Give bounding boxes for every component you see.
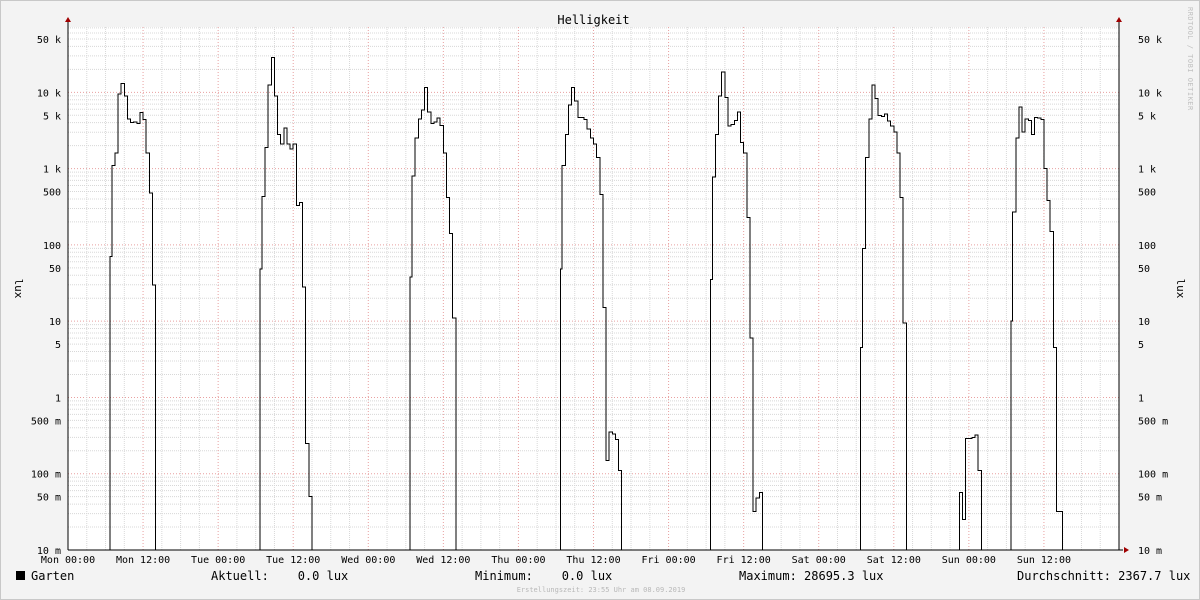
y-tick-label-left: 500 <box>43 188 61 199</box>
x-tick-label: Wed 00:00 <box>341 555 395 566</box>
y-tick-label-right: 100 <box>1138 241 1156 252</box>
y-tick-label-left: 10 <box>49 317 61 328</box>
x-tick-label: Sat 00:00 <box>792 555 846 566</box>
x-tick-label: Thu 00:00 <box>491 555 545 566</box>
legend-maximum: Maximum: 28695.3 lux <box>739 569 884 583</box>
y-tick-label-left: 5 <box>55 340 61 351</box>
y-axis-label-right: lux <box>1174 279 1187 299</box>
x-tick-label: Sun 12:00 <box>1017 555 1071 566</box>
y-tick-label-right: 500 <box>1138 188 1156 199</box>
y-tick-label-right: 50 m <box>1138 493 1162 504</box>
y-tick-label-right: 5 <box>1138 340 1144 351</box>
y-tick-label-left: 100 <box>43 241 61 252</box>
legend-series-name: Garten <box>31 569 75 583</box>
y-tick-label-left: 100 m <box>31 470 61 481</box>
y-tick-label-left: 10 k <box>37 88 61 99</box>
y-axis-arrow-right-icon <box>1116 17 1122 22</box>
chart-title: Helligkeit <box>557 13 629 27</box>
x-tick-label: Sun 00:00 <box>942 555 996 566</box>
y-tick-label-right: 1 <box>1138 393 1144 404</box>
legend-aktuell: Aktuell: 0.0 lux <box>211 569 349 583</box>
x-tick-label: Tue 12:00 <box>266 555 320 566</box>
x-axis-arrow-icon <box>1124 547 1129 553</box>
y-tick-label-right: 100 m <box>1138 470 1168 481</box>
y-tick-label-left: 50 k <box>37 35 61 46</box>
x-tick-label: Fri 12:00 <box>717 555 771 566</box>
legend-durchschnitt: Durchschnitt: 2367.7 lux <box>1017 569 1191 583</box>
chart-frame: Helligkeit lux lux 50 k 50 k 10 k 10 k 5 k 5 k 1 … <box>0 0 1200 600</box>
x-tick-label: Mon 00:00 <box>41 555 95 566</box>
y-tick-label-right: 10 <box>1138 317 1150 328</box>
y-tick-label-right: 10 k <box>1138 88 1162 99</box>
x-tick-label: Thu 12:00 <box>566 555 620 566</box>
x-tick-label: Sat 12:00 <box>867 555 921 566</box>
y-tick-label-right: 1 k <box>1138 165 1156 176</box>
y-axis-arrow-left-icon <box>65 17 71 22</box>
legend-swatch <box>16 571 25 580</box>
y-tick-label-left: 500 m <box>31 416 61 427</box>
footer-timestamp: Erstellungszeit: 23:55 Uhr am 08.09.2019 <box>516 586 686 594</box>
y-tick-label-right: 50 k <box>1138 35 1162 46</box>
x-tick-label: Fri 00:00 <box>641 555 695 566</box>
y-axis-label-left: lux <box>12 279 25 299</box>
y-tick-label-left: 5 k <box>43 111 61 122</box>
y-tick-label-right: 5 k <box>1138 111 1156 122</box>
x-tick-label: Wed 12:00 <box>416 555 470 566</box>
y-tick-label-right: 50 <box>1138 264 1150 275</box>
x-tick-label: Tue 00:00 <box>191 555 245 566</box>
y-tick-label-right: 10 m <box>1138 546 1162 557</box>
brightness-chart: Helligkeit lux lux 50 k 50 k 10 k 10 k 5 k 5 k 1 … <box>12 13 1187 566</box>
y-tick-label-left: 1 <box>55 393 61 404</box>
legend-minimum: Minimum: 0.0 lux <box>475 569 613 583</box>
y-tick-label-left: 50 m <box>37 493 61 504</box>
x-tick-label: Mon 12:00 <box>116 555 170 566</box>
y-tick-label-left: 1 k <box>43 165 61 176</box>
y-tick-label-left: 50 <box>49 264 61 275</box>
rrdtool-watermark: RRDTOOL / TOBI OETIKER <box>1186 7 1194 111</box>
y-tick-label-right: 500 m <box>1138 416 1168 427</box>
